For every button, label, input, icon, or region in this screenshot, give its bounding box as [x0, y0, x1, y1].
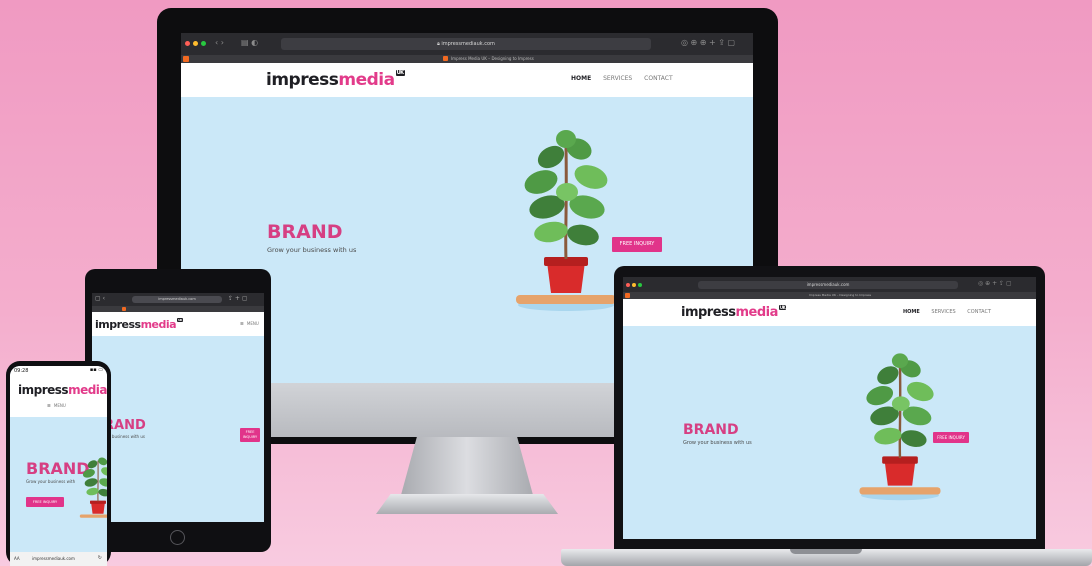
free-inquiry-button[interactable]: FREE INQUIRY: [26, 497, 64, 507]
signal-battery-icon: ▪▪ ▭: [89, 367, 103, 373]
tablet-screen: ▢ ‹ impressmediauk.com ⇪ + ▢ impressmedi…: [92, 293, 264, 522]
favicon-icon: [625, 293, 630, 298]
phone-address-bar[interactable]: AA impressmediauk.com ↻: [10, 552, 107, 566]
nav-arrows-icon[interactable]: ‹ ›: [215, 38, 224, 47]
site-header: impressmediaUK ☰ MENU: [92, 312, 264, 336]
browser-toolbar: ‹ › ▤ ◐ 🔒︎ impressmediauk.com ◎ ⊕ ⊕ + ⇪ …: [181, 33, 753, 55]
nav-contact[interactable]: CONTACT: [644, 75, 672, 82]
imac-stand-neck: [401, 437, 533, 495]
plant-svg: [516, 130, 616, 311]
hero-tagline: Grow your business with us: [267, 246, 357, 254]
nav-home[interactable]: HOME: [571, 75, 591, 82]
toolbar-icons[interactable]: ◎ ⊕ + ⇪ ▢: [978, 280, 1012, 287]
site-logo[interactable]: impressmediaUK: [266, 70, 405, 90]
nav-services[interactable]: SERVICES: [603, 75, 632, 82]
hero-headline: BRAND: [683, 422, 739, 438]
hero-section: RAND our business with us FREE INQUIRY: [92, 336, 264, 522]
zoom-dot-icon[interactable]: [201, 41, 206, 46]
laptop-notch: [790, 549, 862, 554]
hamburger-icon: ☰: [240, 321, 244, 326]
potted-plant-illustration: [78, 447, 107, 527]
hero-section: BRAND Grow your business with FREE INQUI…: [10, 417, 107, 552]
plant-svg: [79, 457, 107, 518]
reload-icon[interactable]: ↻: [98, 555, 102, 561]
browser-toolbar: ▢ ‹ impressmediauk.com ⇪ + ▢: [92, 293, 264, 306]
hero-headline: BRAND: [267, 221, 343, 243]
potted-plant-illustration: [511, 127, 621, 312]
tab-title[interactable]: Impress Media UK – Designing to Impress: [809, 293, 871, 297]
favicon-icon: [183, 56, 189, 62]
tab-favicon-icon: [122, 307, 126, 311]
hero-tagline: Grow your business with: [26, 479, 76, 484]
free-inquiry-button[interactable]: FREE INQUIRY: [240, 428, 260, 442]
sidebar-icon[interactable]: ▤ ◐: [241, 38, 258, 47]
address-bar[interactable]: 🔒︎ impressmediauk.com: [281, 38, 651, 50]
potted-plant-illustration: [855, 351, 945, 501]
minimize-dot-icon[interactable]: [193, 41, 198, 46]
close-dot-icon[interactable]: [626, 283, 630, 287]
phone-url: impressmediauk.com: [32, 556, 75, 561]
site-header: impressmedia UK HOME SERVICES CONTACT: [623, 299, 1036, 326]
zoom-dot-icon[interactable]: [638, 283, 642, 287]
main-nav: HOME SERVICES CONTACT: [893, 309, 991, 315]
status-time: 09:28: [14, 368, 29, 374]
tablet-home-button[interactable]: [170, 530, 185, 545]
nav-contact[interactable]: CONTACT: [967, 309, 991, 315]
site-logo[interactable]: impressmediaUK: [95, 318, 183, 331]
minimize-dot-icon[interactable]: [632, 283, 636, 287]
phone-screen: 09:28 ▪▪ ▭ impressmediaUK ☰ MENU BRAND G…: [10, 366, 107, 566]
status-bar: 09:28 ▪▪ ▭: [10, 366, 107, 377]
site-logo[interactable]: impressmediaUK: [681, 305, 787, 320]
tab-title[interactable]: Impress Media UK – Designing to Impress: [451, 56, 534, 61]
reader-aa[interactable]: AA: [14, 556, 20, 561]
address-bar[interactable]: impressmediauk.com: [698, 281, 958, 289]
site-header: impressmediaUK ☰ MENU: [10, 377, 107, 417]
tab-controls-icon[interactable]: ▢ ‹: [95, 295, 105, 302]
main-nav: HOME SERVICES CONTACT: [561, 75, 673, 82]
address-bar[interactable]: impressmediauk.com: [132, 296, 222, 303]
site-header: impressmedia UK HOME SERVICES CONTACT: [181, 63, 753, 97]
plant-svg: [859, 353, 941, 501]
nav-services[interactable]: SERVICES: [931, 309, 955, 315]
site-logo[interactable]: impressmediaUK: [18, 383, 107, 397]
menu-toggle[interactable]: ☰ MENU: [47, 403, 66, 408]
hero-section: BRAND Grow your business with us FREE IN…: [623, 326, 1036, 539]
hamburger-icon: ☰: [47, 403, 51, 408]
laptop-screen: impressmediauk.com ◎ ⊕ + ⇪ ▢ Impress Med…: [623, 277, 1036, 539]
toolbar-icons[interactable]: ◎ ⊕ ⊕ + ⇪ ▢: [681, 38, 735, 47]
tab-favicon-icon: [443, 56, 448, 61]
menu-toggle[interactable]: ☰ MENU: [240, 321, 259, 326]
close-dot-icon[interactable]: [185, 41, 190, 46]
hero-tagline: Grow your business with us: [683, 440, 752, 446]
tab-bar: Impress Media UK – Designing to Impress: [181, 55, 753, 63]
imac-stand-foot: [376, 494, 558, 514]
nav-home[interactable]: HOME: [903, 309, 920, 315]
tab-bar: Impress Media UK – Designing to Impress: [623, 292, 1036, 299]
browser-toolbar: impressmediauk.com ◎ ⊕ + ⇪ ▢: [623, 277, 1036, 292]
toolbar-icons[interactable]: ⇪ + ▢: [228, 295, 248, 302]
